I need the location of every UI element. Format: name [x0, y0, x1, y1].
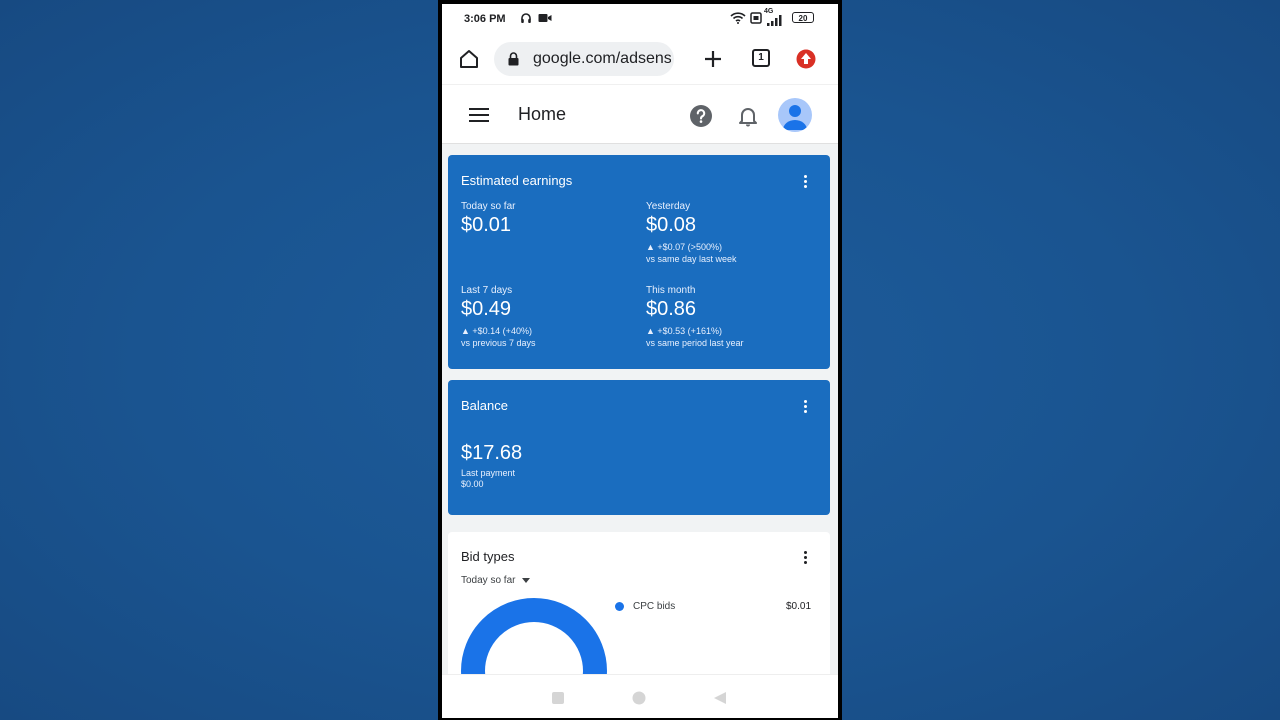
wifi-icon [730, 12, 746, 24]
video-camera-icon [538, 14, 552, 22]
metric-compare: vs previous 7 days [461, 338, 536, 348]
battery-icon: 20 [792, 12, 814, 23]
balance-card[interactable]: Balance $17.68 Last payment $0.00 [448, 380, 830, 515]
metric-yesterday: Yesterday $0.08 ▲ +$0.07 (>500%) vs same… [646, 201, 816, 264]
address-bar[interactable]: google.com/adsense [494, 42, 674, 76]
browser-toolbar: google.com/adsense 1 [442, 34, 838, 84]
metric-compare: vs same day last week [646, 254, 737, 264]
help-icon[interactable] [690, 105, 712, 127]
more-options-icon[interactable] [804, 175, 808, 190]
url-text: google.com/adsense [533, 50, 671, 67]
period-dropdown-label: Today so far [461, 575, 516, 586]
recents-icon[interactable] [551, 691, 565, 705]
home-icon[interactable] [458, 49, 480, 69]
metric-today: Today so far $0.01 [461, 201, 631, 237]
metric-value: $0.86 [646, 298, 697, 320]
person-icon [783, 105, 807, 130]
last-payment-value: $0.00 [461, 479, 484, 489]
menu-icon[interactable] [469, 107, 489, 123]
balance-value: $17.68 [461, 442, 523, 464]
metric-delta: ▲ +$0.53 (+161%) [646, 326, 722, 336]
legend-label: CPC bids [633, 601, 676, 612]
notifications-icon[interactable] [739, 105, 757, 127]
phone-screen: 3:06 PM 4G 20 google.com/adsense 1 Home … [442, 4, 838, 718]
card-title: Bid types [461, 549, 515, 564]
period-dropdown[interactable]: Today so far [461, 575, 531, 586]
extension-icon[interactable] [796, 49, 816, 69]
metric-value: $0.08 [646, 214, 697, 236]
caret-down-icon [522, 578, 531, 583]
new-tab-icon[interactable] [704, 50, 722, 68]
sim-card-icon [750, 12, 762, 24]
more-options-icon[interactable] [804, 551, 808, 566]
bid-types-donut-chart [461, 598, 607, 682]
metric-this-month: This month $0.86 ▲ +$0.53 (+161%) vs sam… [646, 285, 816, 348]
signal-icon [767, 15, 782, 26]
balance-metric: $17.68 Last payment $0.00 [461, 440, 631, 489]
status-bar: 3:06 PM 4G 20 [442, 4, 838, 34]
phone-frame: 3:06 PM 4G 20 google.com/adsense 1 Home … [438, 0, 842, 720]
metric-value: $0.01 [461, 214, 512, 236]
tab-switcher-button[interactable]: 1 [752, 49, 770, 67]
metric-compare: vs same period last year [646, 338, 744, 348]
card-title: Balance [461, 398, 508, 413]
more-options-icon[interactable] [804, 400, 808, 415]
metric-delta: ▲ +$0.14 (+40%) [461, 326, 532, 336]
app-header: Home [442, 84, 838, 144]
lock-icon [508, 52, 519, 66]
metric-value: $0.49 [461, 298, 512, 320]
legend-dot [615, 602, 624, 611]
metric-label: Yesterday [646, 201, 691, 212]
metric-label: This month [646, 285, 696, 296]
legend-value: $0.01 [786, 601, 812, 612]
system-navigation-bar [442, 674, 838, 718]
back-icon[interactable] [713, 691, 727, 705]
donut-slice-cpc-bids [461, 598, 607, 682]
metric-delta: ▲ +$0.07 (>500%) [646, 242, 722, 252]
headphones-icon [521, 13, 531, 23]
dashboard-content: Estimated earnings Today so far $0.01 Ye… [442, 144, 838, 682]
bid-types-card[interactable]: Bid types Today so far CPC bids $0.01 [448, 532, 830, 682]
metric-label: Today so far [461, 201, 516, 212]
metric-label: Last 7 days [461, 285, 513, 296]
estimated-earnings-card[interactable]: Estimated earnings Today so far $0.01 Ye… [448, 155, 830, 369]
metric-last-7-days: Last 7 days $0.49 ▲ +$0.14 (+40%) vs pre… [461, 285, 631, 348]
account-avatar[interactable] [778, 98, 812, 132]
card-title: Estimated earnings [461, 173, 573, 188]
home-button-icon[interactable] [632, 691, 646, 705]
page-title: Home [518, 104, 567, 124]
status-time: 3:06 PM [464, 13, 506, 25]
last-payment-label: Last payment [461, 468, 516, 478]
